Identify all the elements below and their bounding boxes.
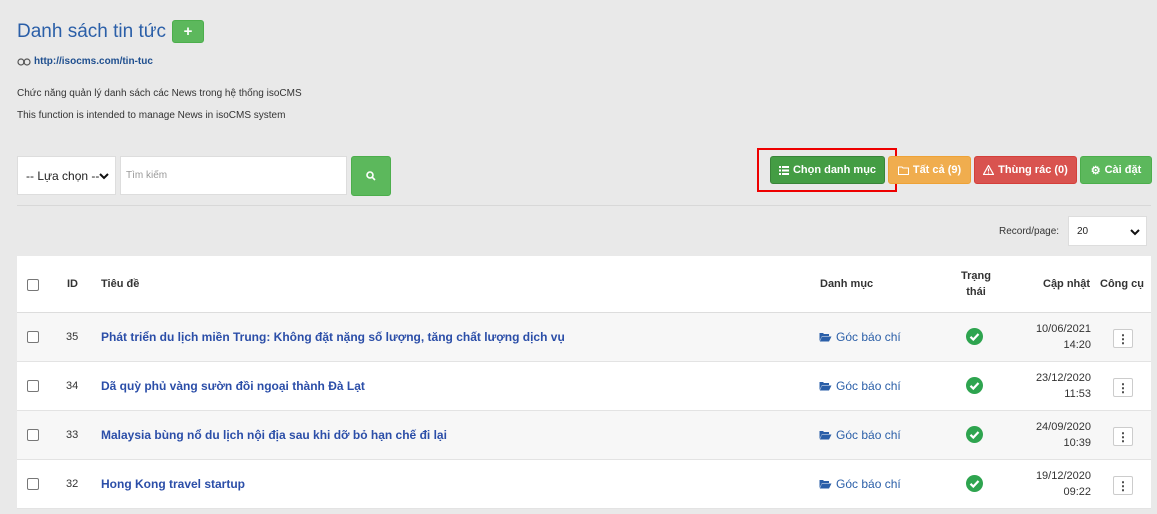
row-category-link[interactable]: Góc báo chí <box>819 477 901 491</box>
row-date: 19/12/2020 <box>1035 470 1091 482</box>
row-category-link[interactable]: Góc báo chí <box>819 428 901 442</box>
add-news-button[interactable]: + <box>171 20 204 43</box>
check-circle-icon <box>966 475 983 492</box>
page-header: Danh sách tin tức + <box>17 20 204 43</box>
news-table: ID Tiêu đề Danh mục Trạng thái Cập nhật … <box>17 256 1151 509</box>
row-id: 32 <box>66 478 79 490</box>
row-updated: 23/12/2020 11:53 <box>1036 370 1091 402</box>
record-per-page-select[interactable]: 20 <box>1068 216 1147 246</box>
row-time: 10:39 <box>1063 437 1091 449</box>
search-placeholder: Tìm kiếm <box>126 170 168 181</box>
gear-icon: ⚙ <box>1090 164 1101 177</box>
table-row: 32 Hong Kong travel startup Góc báo chí … <box>17 460 1151 509</box>
row-more-button[interactable]: ⋮ <box>1113 427 1133 446</box>
row-id: 34 <box>66 380 79 392</box>
row-time: 09:22 <box>1063 486 1091 498</box>
trash-button[interactable]: Thùng rác (0) <box>974 156 1077 184</box>
settings-button[interactable]: ⚙ Cài đặt <box>1080 156 1152 184</box>
page-url-link[interactable]: http://isocms.com/tin-tuc <box>34 56 153 67</box>
row-checkbox[interactable] <box>27 331 39 343</box>
chevron-down-icon <box>99 173 109 180</box>
more-vertical-icon: ⋮ <box>1117 429 1129 444</box>
table-header: ID Tiêu đề Danh mục Trạng thái Cập nhật … <box>17 256 1151 313</box>
check-circle-icon <box>966 426 983 443</box>
row-category-label: Góc báo chí <box>836 477 901 491</box>
table-row: 34 Dã quỳ phủ vàng sườn đồi ngoại thành … <box>17 362 1151 411</box>
row-category-link[interactable]: Góc báo chí <box>819 330 901 344</box>
choose-category-button[interactable]: Chọn danh mục <box>770 156 885 184</box>
header-id: ID <box>67 278 78 290</box>
row-checkbox[interactable] <box>27 478 39 490</box>
page-url-row: http://isocms.com/tin-tuc <box>17 56 153 67</box>
row-time: 14:20 <box>1063 339 1091 351</box>
all-items-label: Tất cả (9) <box>912 164 962 176</box>
trash-label: Thùng rác (0) <box>998 164 1068 176</box>
filter-select-value: -- Lựa chọn -- <box>26 168 100 183</box>
status-active-badge[interactable] <box>966 328 983 348</box>
row-title-link[interactable]: Phát triển du lịch miền Trung: Không đặt… <box>101 330 565 344</box>
search-input[interactable]: Tìm kiếm <box>120 156 347 195</box>
link-icon <box>17 57 31 66</box>
header-status-line2: thái <box>966 286 986 298</box>
row-time: 11:53 <box>1064 388 1091 400</box>
row-checkbox[interactable] <box>27 380 39 392</box>
header-tools: Công cụ <box>1100 278 1144 290</box>
row-category-label: Góc báo chí <box>836 330 901 344</box>
choose-category-label: Chọn danh mục <box>792 164 877 176</box>
row-category-label: Góc báo chí <box>836 379 901 393</box>
status-active-badge[interactable] <box>966 426 983 446</box>
warning-icon <box>983 165 995 175</box>
record-per-page-label: Record/page: <box>999 226 1060 237</box>
more-vertical-icon: ⋮ <box>1117 478 1129 493</box>
row-id: 35 <box>66 331 79 343</box>
folder-open-icon <box>819 382 832 391</box>
folder-open-icon <box>819 431 832 440</box>
toolbar-divider <box>17 205 1151 206</box>
list-icon <box>778 165 789 175</box>
header-category: Danh mục <box>820 278 874 290</box>
more-vertical-icon: ⋮ <box>1117 331 1129 346</box>
folder-icon <box>897 166 909 175</box>
row-updated: 10/06/2021 14:20 <box>1036 321 1091 353</box>
header-updated: Cập nhật <box>1043 278 1091 290</box>
search-button[interactable] <box>351 156 391 196</box>
search-icon <box>366 171 376 181</box>
row-checkbox[interactable] <box>27 429 39 441</box>
row-more-button[interactable]: ⋮ <box>1113 329 1133 348</box>
row-updated: 19/12/2020 09:22 <box>1036 468 1091 500</box>
row-updated: 24/09/2020 10:39 <box>1036 419 1091 451</box>
settings-label: Cài đặt <box>1104 164 1142 176</box>
chevron-down-icon <box>1130 229 1140 236</box>
header-status-line1: Trạng <box>961 270 991 282</box>
description-en: This function is intended to manage News… <box>17 110 286 121</box>
header-status: Trạng thái <box>959 270 993 298</box>
row-category-link[interactable]: Góc báo chí <box>819 379 901 393</box>
check-circle-icon <box>966 328 983 345</box>
row-category-label: Góc báo chí <box>836 428 901 442</box>
header-title: Tiêu đề <box>101 278 140 290</box>
page-title: Danh sách tin tức <box>17 20 166 42</box>
more-vertical-icon: ⋮ <box>1117 380 1129 395</box>
row-title-link[interactable]: Malaysia bùng nổ du lịch nội địa sau khi… <box>101 428 447 442</box>
row-title-link[interactable]: Hong Kong travel startup <box>101 477 245 491</box>
table-row: 33 Malaysia bùng nổ du lịch nội địa sau … <box>17 411 1151 460</box>
folder-open-icon <box>819 333 832 342</box>
row-id: 33 <box>66 429 79 441</box>
select-all-checkbox[interactable] <box>27 279 39 291</box>
description-vi: Chức năng quản lý danh sách các News tro… <box>17 88 302 99</box>
all-items-button[interactable]: Tất cả (9) <box>888 156 971 184</box>
row-title-link[interactable]: Dã quỳ phủ vàng sườn đồi ngoại thành Đà … <box>101 379 365 393</box>
record-per-page-value: 20 <box>1077 225 1089 237</box>
status-active-badge[interactable] <box>966 377 983 397</box>
row-more-button[interactable]: ⋮ <box>1113 378 1133 397</box>
table-row: 35 Phát triển du lịch miền Trung: Không … <box>17 313 1151 362</box>
filter-select[interactable]: -- Lựa chọn -- <box>17 156 116 195</box>
folder-open-icon <box>819 480 832 489</box>
row-date: 24/09/2020 <box>1035 421 1091 433</box>
row-date: 10/06/2021 <box>1035 323 1091 335</box>
check-circle-icon <box>966 377 983 394</box>
status-active-badge[interactable] <box>966 475 983 495</box>
row-date: 23/12/2020 <box>1035 372 1091 384</box>
row-more-button[interactable]: ⋮ <box>1113 476 1133 495</box>
